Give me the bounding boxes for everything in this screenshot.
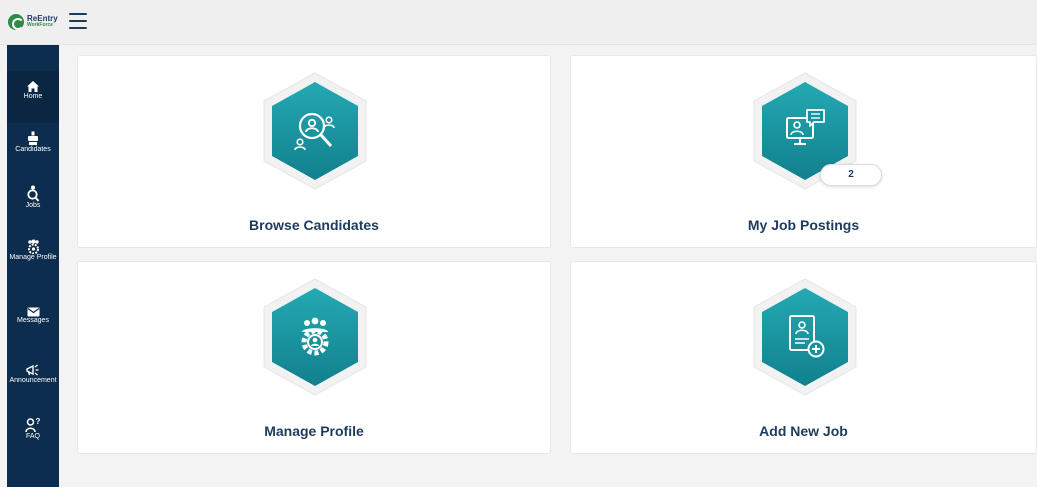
sidebar-item-home[interactable]: Home [7, 71, 59, 123]
sidebar-item-label: FAQ [25, 433, 40, 440]
card-browse-candidates[interactable]: Browse Candidates [77, 55, 551, 248]
sidebar-item-label: Jobs [25, 202, 41, 209]
add-resume-icon [789, 315, 825, 358]
card-title: Add New Job [759, 423, 848, 439]
sidebar: Home Candidates Jobs Manage Profile Mess… [7, 45, 59, 487]
card-title: Browse Candidates [249, 217, 379, 233]
card-manage-profile[interactable]: Manage Profile [77, 261, 551, 454]
menu-toggle-icon[interactable] [69, 13, 87, 29]
sidebar-item-messages[interactable]: Messages [7, 307, 59, 341]
faq-icon: ? [25, 417, 41, 433]
sidebar-item-jobs[interactable]: Jobs [7, 185, 59, 227]
card-add-new-job[interactable]: Add New Job [570, 261, 1037, 454]
manage-profile-icon [27, 239, 39, 254]
megaphone-icon [26, 364, 39, 376]
app-logo[interactable]: ReEntry WorkForce [8, 12, 63, 32]
sidebar-item-announcement[interactable]: Announcement [7, 363, 59, 399]
logo-title: ReEntry [27, 14, 58, 23]
svg-text:?: ? [36, 417, 41, 426]
top-bar: ReEntry WorkForce [0, 0, 1037, 45]
jobs-icon [27, 185, 40, 202]
envelope-icon [27, 307, 39, 317]
home-icon [27, 81, 39, 92]
sidebar-item-candidates[interactable]: Candidates [7, 131, 59, 173]
sidebar-item-faq[interactable]: ? FAQ [7, 417, 59, 453]
team-gear-icon [301, 317, 329, 356]
sidebar-item-label: Messages [17, 317, 49, 324]
logo-subtitle: WorkForce [27, 22, 54, 28]
job-postings-count-badge: 2 [820, 164, 882, 186]
sidebar-item-label: Announcement [9, 377, 57, 384]
search-people-icon [294, 112, 335, 151]
candidates-icon [28, 131, 38, 145]
sidebar-item-manage-profile[interactable]: Manage Profile [7, 239, 59, 289]
logo-mark-icon [8, 14, 24, 30]
sidebar-item-label: Candidates [15, 146, 51, 153]
card-title: My Job Postings [747, 217, 860, 233]
card-my-job-postings[interactable]: 2 My Job Postings [570, 55, 1037, 248]
sidebar-item-label: Home [23, 93, 43, 100]
card-title: Manage Profile [264, 423, 364, 439]
sidebar-item-label: Manage Profile [9, 254, 57, 261]
job-posting-monitor-icon [786, 109, 825, 145]
